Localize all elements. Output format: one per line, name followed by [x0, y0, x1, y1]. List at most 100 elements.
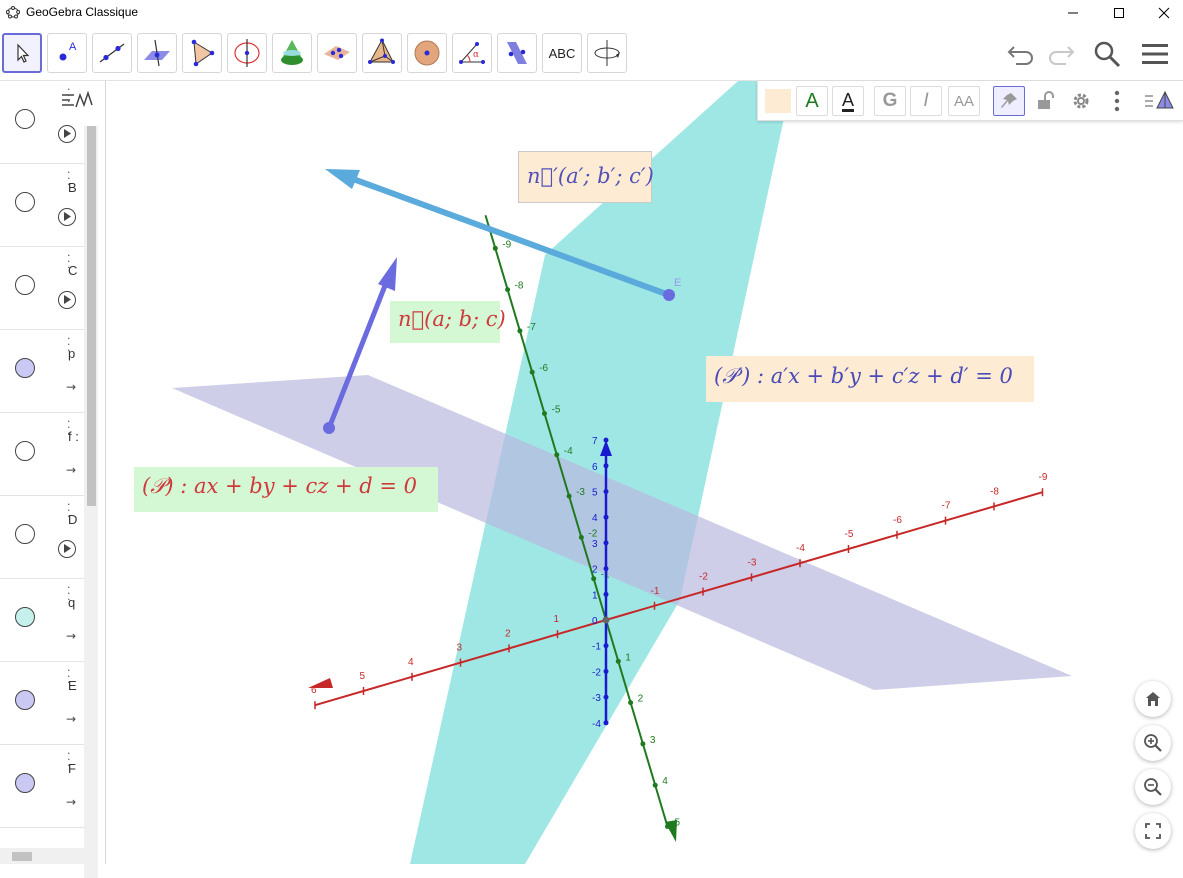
normal-vector-label[interactable]: n⃗(a; b; c)	[390, 301, 506, 343]
text-color-button[interactable]: A	[796, 86, 828, 116]
algebra-row[interactable]: · · · q →	[0, 579, 84, 662]
window-title: GeoGebra Classique	[26, 5, 139, 19]
undo-button[interactable]	[1004, 37, 1038, 71]
polygon-tool-button[interactable]	[182, 33, 222, 73]
close-icon	[1158, 7, 1170, 18]
sphere-tool-button[interactable]	[407, 33, 447, 73]
graphics-3d-view-icon	[1145, 90, 1174, 109]
minimize-button[interactable]	[1050, 0, 1096, 25]
more-options-button[interactable]	[1101, 86, 1133, 116]
x-axis-tick-label: -2	[699, 572, 708, 583]
plane-prime-equation-label[interactable]: (𝒫′) : a′x + b′y + c′z + d′ = 0	[706, 356, 1034, 402]
zoom-out-button[interactable]	[1135, 769, 1171, 805]
pyramid-tool-button[interactable]	[362, 33, 402, 73]
text-underline-color-button[interactable]: A	[832, 86, 864, 116]
normal-vector-prime-text: n⃗′(a′; b′; c′)	[527, 164, 654, 188]
bold-button[interactable]: G	[874, 86, 906, 116]
redo-button[interactable]	[1044, 37, 1078, 71]
y-axis-tick-label: -2	[588, 528, 597, 539]
algebra-row[interactable]: · · ·	[0, 81, 84, 164]
algebra-row[interactable]: · · · F →	[0, 745, 84, 828]
algebra-row[interactable]: · · · C	[0, 247, 84, 330]
close-button[interactable]	[1141, 0, 1183, 25]
visibility-toggle[interactable]	[15, 441, 35, 461]
search-button[interactable]	[1090, 37, 1124, 71]
output-arrow-icon: →	[66, 712, 77, 726]
animation-play-button[interactable]	[58, 540, 76, 558]
rotate-view-tool-button[interactable]	[587, 33, 627, 73]
pin-button[interactable]	[993, 86, 1025, 116]
text-size-button[interactable]: AA	[948, 86, 980, 116]
point-E[interactable]	[663, 289, 675, 301]
point-vector-origin[interactable]	[323, 422, 335, 434]
style-bar: A A G I AA	[757, 81, 1183, 121]
reflect-plane-icon	[507, 42, 527, 64]
fullscreen-icon	[1145, 823, 1161, 839]
move-tool-button[interactable]	[2, 33, 42, 73]
main-menu-button[interactable]	[1138, 37, 1172, 71]
x-axis-tick-label: -6	[893, 515, 902, 526]
visibility-toggle[interactable]	[15, 524, 35, 544]
perpendicular-line-tool-button[interactable]	[137, 33, 177, 73]
reflect-plane-tool-button[interactable]	[497, 33, 537, 73]
visibility-toggle[interactable]	[15, 773, 35, 793]
play-icon	[64, 295, 71, 304]
settings-button[interactable]	[1065, 86, 1097, 116]
italic-button[interactable]: I	[910, 86, 942, 116]
animation-play-button[interactable]	[58, 125, 76, 143]
svg-text:A: A	[69, 41, 77, 53]
gear-icon	[1073, 93, 1089, 109]
normal-vector-prime-arrowhead	[325, 169, 360, 189]
circle-axis-tool-button[interactable]	[227, 33, 267, 73]
x-axis-tick-label: -8	[990, 486, 999, 497]
point-tool-button[interactable]: A	[47, 33, 87, 73]
line-tool-button[interactable]	[92, 33, 132, 73]
z-axis-tick-label: -3	[592, 693, 601, 704]
algebra-row[interactable]: · · · E →	[0, 662, 84, 745]
normal-vector-prime-label[interactable]: n⃗′(a′; b′; c′)	[518, 151, 654, 203]
lock-button[interactable]	[1029, 86, 1061, 116]
algebra-row[interactable]: · · · f : →	[0, 413, 84, 496]
redo-icon	[1049, 46, 1075, 65]
view-menu-button[interactable]	[1143, 86, 1175, 116]
y-axis-tick-label: 3	[650, 735, 656, 746]
x-axis-tick-label: -1	[651, 586, 660, 597]
normal-vector-text: n⃗(a; b; c)	[398, 307, 506, 331]
plane-equation-label[interactable]: (𝒫) : ax + by + cz + d = 0	[134, 467, 438, 512]
algebra-object-label: B	[68, 180, 77, 195]
angle-tool-button[interactable]: α	[452, 33, 492, 73]
maximize-button[interactable]	[1096, 0, 1142, 25]
text-tool-button[interactable]: ABC	[542, 33, 582, 73]
visibility-toggle[interactable]	[15, 358, 35, 378]
animation-play-button[interactable]	[58, 291, 76, 309]
algebra-row[interactable]: · · · B	[0, 164, 84, 247]
zoom-in-button[interactable]	[1135, 725, 1171, 761]
algebra-hscroll-thumb[interactable]	[12, 852, 32, 861]
y-axis-tick-label: 5	[675, 818, 681, 829]
intersect-surfaces-tool-button[interactable]	[272, 33, 312, 73]
algebra-object-label: f :	[68, 429, 79, 444]
standard-view-button[interactable]	[1135, 681, 1171, 717]
visibility-toggle[interactable]	[15, 275, 35, 295]
normal-vector-arrowhead	[378, 257, 397, 291]
home-icon	[1146, 692, 1160, 706]
text-tool-label: ABC	[548, 45, 576, 61]
y-axis-tick-label: -5	[552, 405, 561, 416]
animation-play-button[interactable]	[58, 208, 76, 226]
output-arrow-icon: →	[66, 463, 77, 477]
background-color-button[interactable]	[762, 86, 794, 116]
plane-through-points-tool-button[interactable]	[317, 33, 357, 73]
algebra-row[interactable]: · · · p →	[0, 330, 84, 413]
algebra-row[interactable]: · · · D	[0, 496, 84, 579]
fullscreen-button[interactable]	[1135, 813, 1171, 849]
rotate-view-icon	[594, 40, 620, 66]
z-axis-tick-label: 7	[592, 436, 598, 447]
visibility-toggle[interactable]	[15, 690, 35, 710]
visibility-toggle[interactable]	[15, 607, 35, 627]
row-menu-icon[interactable]: · · ·	[67, 84, 71, 107]
visibility-toggle[interactable]	[15, 192, 35, 212]
algebra-object-label: p	[68, 346, 76, 361]
algebra-scroll-thumb[interactable]	[87, 126, 96, 506]
algebra-object-label: q	[68, 595, 76, 610]
visibility-toggle[interactable]	[15, 109, 35, 129]
